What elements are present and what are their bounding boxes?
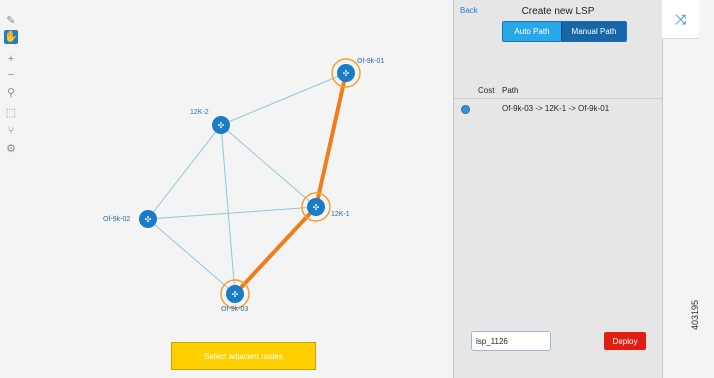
lsp-name-input[interactable]: [471, 331, 551, 351]
panel-title: Create new LSP: [521, 6, 595, 17]
path-mode-toggle: Auto Path Manual Path: [502, 21, 627, 42]
node-label-12k1: 12K-1: [331, 211, 350, 218]
link-of9k02-of9k03[interactable]: [147, 218, 236, 295]
table-divider: [454, 98, 662, 99]
link-of9k02-12k1[interactable]: [147, 206, 317, 220]
router-icon: ✣: [145, 215, 152, 224]
create-lsp-panel: Back Create new LSP Auto Path Manual Pat…: [453, 0, 663, 378]
node-label-of9k03: Of-9k-03: [221, 306, 248, 313]
node-label-of9k01: Of-9k-01: [357, 58, 384, 65]
path-row-text[interactable]: Of-9k-03 -> 12K-1 -> Of-9k-01: [502, 104, 609, 113]
router-icon: ✣: [218, 121, 225, 130]
path-column-header: Path: [502, 86, 519, 95]
deploy-button[interactable]: Deploy: [604, 332, 646, 350]
link-12k2-of9k03[interactable]: [220, 124, 236, 295]
node-label-12k2: 12K-2: [190, 109, 209, 116]
router-icon: ✣: [313, 203, 320, 212]
link-12k2-of9k01[interactable]: [220, 72, 347, 126]
cost-column-header: Cost: [478, 86, 495, 95]
auto-path-button[interactable]: Auto Path: [503, 22, 561, 41]
path-radio-button[interactable]: [461, 105, 470, 114]
highlighted-link-of9k03-12k1: [233, 205, 318, 296]
highlighted-link-12k1-of9k01: [314, 71, 348, 209]
node-label-of9k02: Of-9k-02: [103, 216, 130, 223]
manual-path-button[interactable]: Manual Path: [561, 22, 626, 41]
select-adjacent-nodes-button[interactable]: Select adjacent nodes: [171, 342, 316, 370]
router-icon: ✣: [343, 69, 350, 78]
link-12k2-of9k02[interactable]: [147, 124, 222, 220]
router-icon: ✣: [232, 290, 239, 299]
link-12k2-12k1[interactable]: [220, 124, 317, 208]
shuffle-icon[interactable]: ⤨: [662, 0, 699, 39]
topology-map[interactable]: ✣ Of-9k-01 ✣ 12K-2 ✣ 12K-1 ✣ Of-9k-02 ✣ Of-9k-03: [0, 0, 453, 340]
figure-number: 403195: [690, 299, 700, 330]
